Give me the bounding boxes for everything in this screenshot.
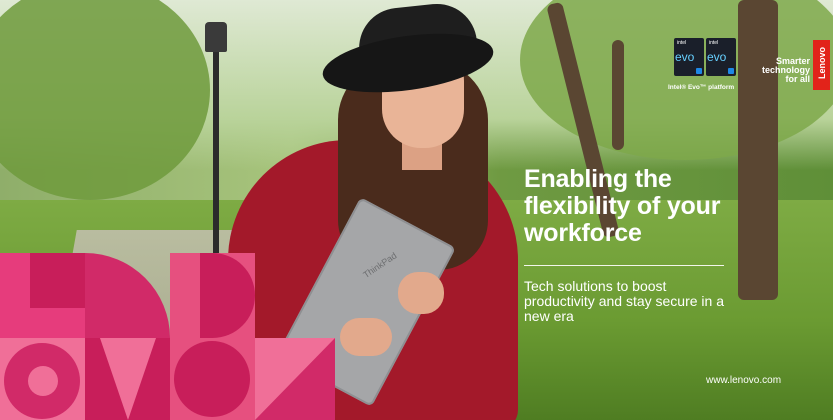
tree-trunk — [612, 40, 624, 150]
woman-hand — [340, 318, 392, 356]
website-link[interactable]: www.lenovo.com — [706, 375, 781, 386]
headline: Enabling the flexibility of your workfor… — [524, 165, 721, 247]
intel-evo-badge: intel evo — [706, 38, 736, 76]
geometric-pattern — [0, 253, 335, 420]
divider-line — [524, 265, 724, 266]
lenovo-tagline: Smarter technology for all — [761, 56, 810, 84]
lenovo-ad-banner: ThinkPad Enabling the flexibility of you… — [0, 0, 833, 420]
lamp-head — [205, 22, 227, 52]
chip-icon — [728, 68, 734, 74]
tree-foliage-left — [0, 0, 210, 200]
laptop-logo: ThinkPad — [361, 250, 399, 281]
woman-hand — [398, 272, 444, 314]
evo-platform-caption: Intel® Evo™ platform — [668, 84, 735, 91]
lenovo-logo-text: Lenovo — [817, 47, 827, 80]
intel-evo-badge: intel evo — [674, 38, 704, 76]
lenovo-logo[interactable]: Lenovo — [813, 40, 830, 90]
chip-icon — [696, 68, 702, 74]
subheadline: Tech solutions to boost productivity and… — [524, 278, 724, 324]
